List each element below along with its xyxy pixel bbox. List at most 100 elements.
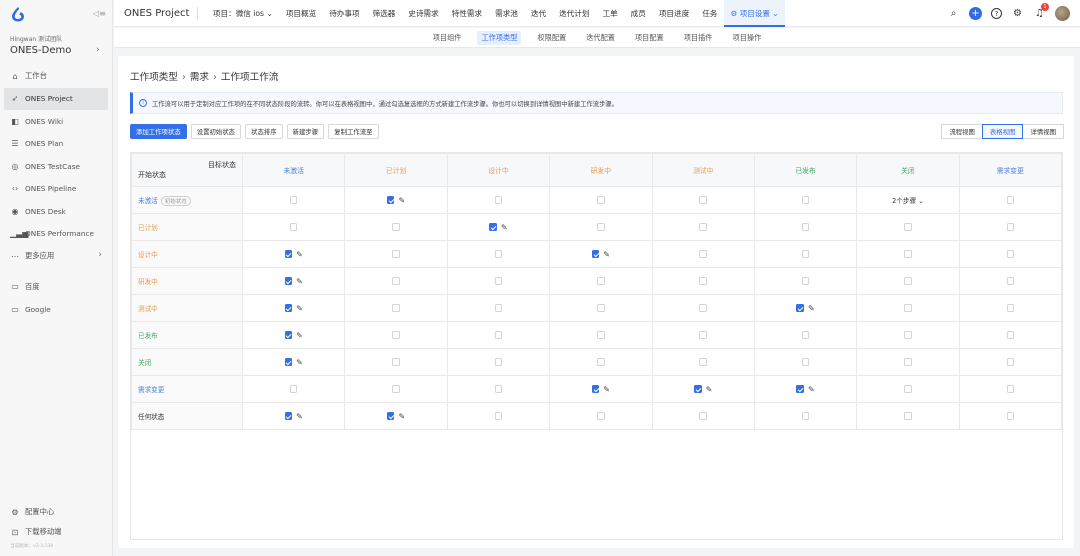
transition-checkbox[interactable] [801,412,810,420]
transition-checkbox[interactable] [904,250,912,258]
transition-checkbox[interactable] [597,358,605,366]
transition-checkbox[interactable] [289,223,298,231]
collapse-sidebar-icon[interactable]: ◁≡ [93,9,106,18]
tab-tasks[interactable]: 任务 [696,0,724,27]
ones-logo-icon[interactable] [11,6,25,22]
sidebar-item-ones-desk[interactable]: ◉ ONES Desk [4,200,108,223]
transition-checkbox[interactable] [904,331,912,339]
transition-checkbox[interactable] [1006,412,1015,420]
transition-checkbox[interactable] [392,277,400,285]
transition-checkbox[interactable] [597,331,605,339]
transition-checkbox[interactable] [489,223,497,231]
sidebar-item-config-center[interactable]: ⚙ 配置中心 [4,501,108,524]
transition-checkbox[interactable] [699,250,707,258]
subtab-components[interactable]: 项目组件 [429,31,466,45]
edit-pencil-icon[interactable]: ✎ [501,223,508,232]
transition-checkbox[interactable] [289,385,298,393]
transition-checkbox[interactable] [801,277,810,285]
sidebar-link-google[interactable]: ▭ Google [4,298,108,321]
tab-progress[interactable]: 项目进度 [652,0,695,27]
chevron-right-icon[interactable]: › [96,45,100,55]
edit-pencil-icon[interactable]: ✎ [808,385,815,394]
transition-checkbox[interactable] [284,250,293,258]
edit-pencil-icon[interactable]: ✎ [603,385,610,394]
tab-backlog[interactable]: 需求池 [489,0,525,27]
tab-sprint-plan[interactable]: 迭代计划 [553,0,596,27]
sidebar-item-workbench[interactable]: ⌂ 工作台 [4,65,108,88]
tab-epic[interactable]: 史诗需求 [402,0,445,27]
transition-checkbox[interactable] [591,250,600,258]
tab-members[interactable]: 成员 [624,0,652,27]
steps-dropdown[interactable]: 2个步骤 ⌄ [892,197,924,205]
tab-todo[interactable]: 待办事项 [323,0,366,27]
flow-view-button[interactable]: 流程视图 [941,124,983,139]
edit-pencil-icon[interactable]: ✎ [398,196,405,205]
help-icon[interactable]: ? [991,8,1002,19]
edit-pencil-icon[interactable]: ✎ [296,412,303,421]
gear-icon[interactable]: ⚙ [1011,7,1024,20]
transition-checkbox[interactable] [284,358,293,366]
transition-checkbox[interactable] [699,412,707,420]
subtab-issue-types[interactable]: 工作项类型 [477,30,522,45]
transition-checkbox[interactable] [597,196,605,204]
transition-checkbox[interactable] [904,304,912,312]
transition-checkbox[interactable] [494,358,503,366]
transition-checkbox[interactable] [699,331,707,339]
sidebar-item-ones-wiki[interactable]: ◧ ONES Wiki [4,110,108,133]
transition-checkbox[interactable] [904,385,912,393]
search-icon[interactable]: ⌕ [947,7,960,20]
tab-overview[interactable]: 项目概览 [279,0,322,27]
transition-checkbox[interactable] [699,358,707,366]
transition-checkbox[interactable] [1006,223,1015,231]
breadcrumb-item[interactable]: 工作项类型 [130,72,178,83]
transition-checkbox[interactable] [699,196,707,204]
tab-project-settings[interactable]: ⚙ 项目设置 ⌄ [723,0,786,27]
add-status-button[interactable]: 添加工作项状态 [130,124,187,139]
transition-checkbox[interactable] [597,277,605,285]
edit-pencil-icon[interactable]: ✎ [296,277,303,286]
edit-pencil-icon[interactable]: ✎ [398,412,405,421]
add-icon[interactable]: + [969,7,982,20]
transition-checkbox[interactable] [289,196,298,204]
transition-checkbox[interactable] [801,358,810,366]
transition-checkbox[interactable] [1006,331,1015,339]
transition-checkbox[interactable] [392,358,400,366]
transition-checkbox[interactable] [494,196,503,204]
transition-checkbox[interactable] [796,304,804,312]
transition-checkbox[interactable] [494,385,503,393]
transition-checkbox[interactable] [392,223,400,231]
transition-checkbox[interactable] [392,385,400,393]
transition-checkbox[interactable] [392,331,400,339]
transition-checkbox[interactable] [494,412,503,420]
transition-checkbox[interactable] [1006,358,1015,366]
transition-checkbox[interactable] [284,331,293,339]
breadcrumb-item[interactable]: 需求 [190,72,209,83]
transition-checkbox[interactable] [392,304,400,312]
subtab-sprint-config[interactable]: 迭代配置 [582,31,619,45]
edit-pencil-icon[interactable]: ✎ [296,304,303,313]
sort-status-button[interactable]: 状态排序 [245,124,283,139]
sidebar-link-baidu[interactable]: ▭ 百度 [4,276,108,299]
tab-ticket[interactable]: 工单 [596,0,624,27]
sidebar-item-ones-project[interactable]: ➶ ONES Project [4,87,108,110]
transition-checkbox[interactable] [904,277,912,285]
transition-checkbox[interactable] [386,196,395,204]
transition-checkbox[interactable] [1006,277,1015,285]
transition-checkbox[interactable] [699,277,707,285]
transition-checkbox[interactable] [386,412,395,420]
transition-checkbox[interactable] [597,304,605,312]
sidebar-item-ones-performance[interactable]: ▁▃▅ ONES Performance [4,223,108,246]
copy-workflow-button[interactable]: 复制工作流至 [328,124,379,139]
transition-checkbox[interactable] [494,250,503,258]
transition-checkbox[interactable] [494,304,503,312]
transition-checkbox[interactable] [801,196,810,204]
transition-checkbox[interactable] [904,412,912,420]
transition-checkbox[interactable] [597,412,605,420]
subtab-operations[interactable]: 项目操作 [729,31,766,45]
transition-checkbox[interactable] [591,385,600,393]
edit-pencil-icon[interactable]: ✎ [296,358,303,367]
transition-checkbox[interactable] [904,223,912,231]
project-select[interactable]: 项目：微信 ios ⌄ [206,0,279,27]
set-initial-status-button[interactable]: 设置初始状态 [190,124,242,139]
transition-checkbox[interactable] [392,250,400,258]
